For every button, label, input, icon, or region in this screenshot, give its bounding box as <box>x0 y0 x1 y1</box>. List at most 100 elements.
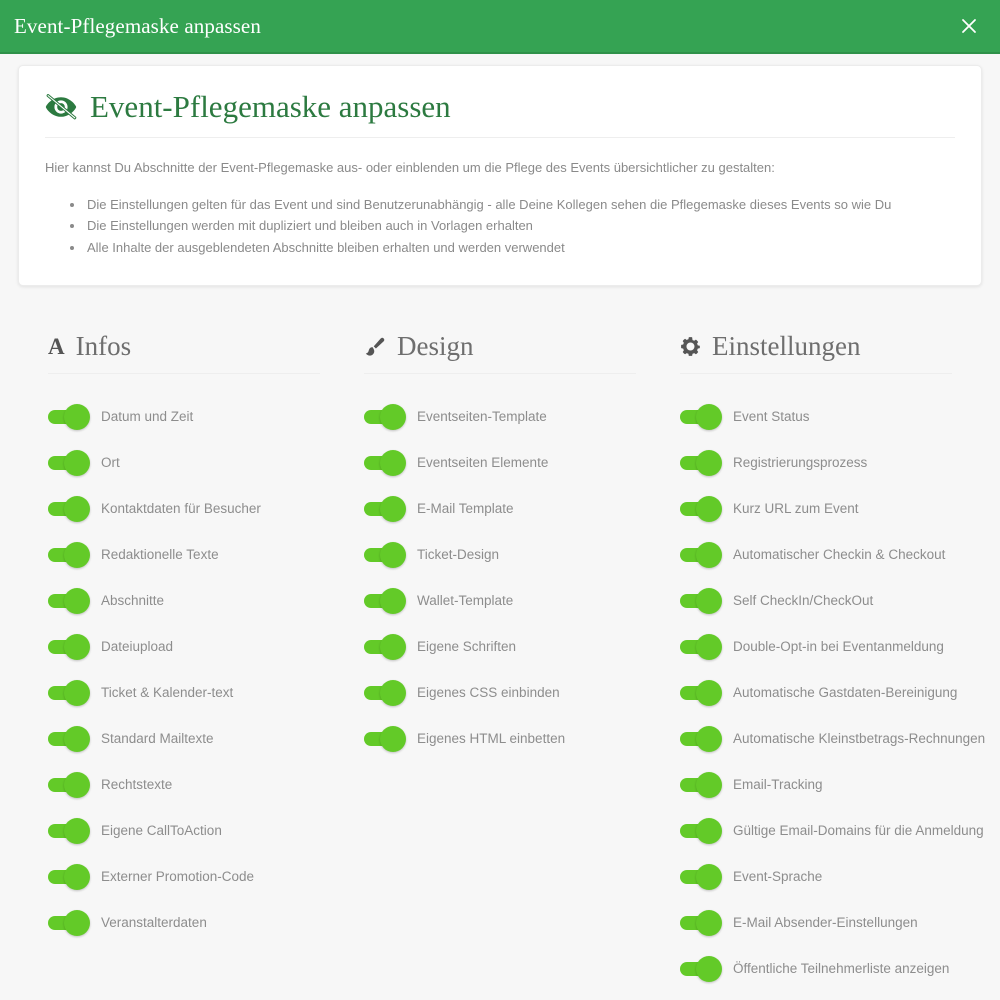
toggle-row[interactable]: Ort <box>48 440 320 486</box>
toggle-row[interactable]: Rechtstexte <box>48 762 320 808</box>
switch-knob <box>380 679 406 706</box>
column-divider <box>680 372 952 374</box>
toggle-row[interactable]: Eventseiten-Template <box>364 394 636 440</box>
switch-knob <box>64 771 90 798</box>
switch-knob <box>64 495 90 522</box>
toggle-switch-double-opt-in[interactable] <box>680 633 722 660</box>
toggle-row[interactable]: Veranstalterdaten <box>48 900 320 946</box>
toggle-row[interactable]: Externer Promotion-Code <box>48 854 320 900</box>
toggle-switch-automatische-kleinstbetrags-rechnungen[interactable] <box>680 725 722 752</box>
column-title: Design <box>397 331 474 362</box>
toggle-row[interactable]: Eigene CallToAction <box>48 808 320 854</box>
toggle-label: Automatische Kleinstbetrags-Rechnungen <box>733 730 986 746</box>
toggle-switch-eigenes-css-einbinden[interactable] <box>364 679 406 706</box>
toggle-row[interactable]: Abschnitte <box>48 578 320 624</box>
toggle-switch-eventseiten-template[interactable] <box>364 403 406 430</box>
toggle-row[interactable]: Eigene Schriften <box>364 624 636 670</box>
toggle-label: Automatische Gastdaten-Bereinigung <box>733 684 958 700</box>
toggle-row[interactable]: Eigenes HTML einbetten <box>364 716 636 762</box>
toggle-row[interactable]: Automatische Kleinstbetrags-Rechnungen <box>680 716 985 762</box>
toggle-switch-automatische-gastdaten-bereinigung[interactable] <box>680 679 722 706</box>
toggle-row[interactable]: Double-Opt-in bei Eventanmeldung <box>680 624 952 670</box>
toggle-switch-redaktionelle-texte[interactable] <box>48 541 90 568</box>
toggle-switch-ticket-kalender-text[interactable] <box>48 679 90 706</box>
close-button[interactable] <box>954 11 984 41</box>
column-einstellungen: Einstellungen Event Status Registrierung… <box>658 331 985 992</box>
toggle-label: Ort <box>101 454 120 470</box>
toggle-switch-kontaktdaten-fuer-besucher[interactable] <box>48 495 90 522</box>
card-heading-text: Event-Pflegemaske anpassen <box>90 89 451 124</box>
toggle-row[interactable]: Event-Sprache <box>680 854 952 900</box>
toggle-label: Öffentliche Teilnehmerliste anzeigen <box>733 960 950 976</box>
toggle-switch-eigene-calltoaction[interactable] <box>48 817 90 844</box>
toggle-switch-email-tracking[interactable] <box>680 771 722 798</box>
toggle-row[interactable]: Wallet-Template <box>364 578 636 624</box>
toggle-row[interactable]: Ticket-Design <box>364 532 636 578</box>
toggle-label: Eventseiten-Template <box>417 408 547 424</box>
toggle-switch-oeffentliche-teilnehmerliste[interactable] <box>680 955 722 982</box>
toggle-row[interactable]: Kontaktdaten für Besucher <box>48 486 320 532</box>
toggle-switch-ort[interactable] <box>48 449 90 476</box>
toggle-switch-registrierungsprozess[interactable] <box>680 449 722 476</box>
toggle-label: Double-Opt-in bei Eventanmeldung <box>733 638 944 654</box>
toggle-row[interactable]: Email-Tracking <box>680 762 952 808</box>
toggle-switch-automatischer-checkin-checkout[interactable] <box>680 541 722 568</box>
toggle-row[interactable]: Self CheckIn/CheckOut <box>680 578 952 624</box>
toggle-row[interactable]: Datum und Zeit <box>48 394 320 440</box>
card-description: Hier kannst Du Abschnitte der Event-Pfle… <box>45 159 775 175</box>
switch-knob <box>380 587 406 614</box>
toggle-switch-email-template[interactable] <box>364 495 406 522</box>
toggle-row[interactable]: E-Mail Template <box>364 486 636 532</box>
toggle-row[interactable]: Automatischer Checkin & Checkout <box>680 532 952 578</box>
switch-knob <box>64 587 90 614</box>
toggle-row[interactable]: Gültige Email-Domains für die Anmeldung <box>680 808 984 854</box>
toggle-row[interactable]: E-Mail Absender-Einstellungen <box>680 900 952 946</box>
toggle-row[interactable]: Kurz URL zum Event <box>680 486 952 532</box>
switch-knob <box>64 725 90 752</box>
toggle-row[interactable]: Event Status <box>680 394 952 440</box>
toggle-row[interactable]: Registrierungsprozess <box>680 440 952 486</box>
toggle-switch-eigenes-html-einbetten[interactable] <box>364 725 406 752</box>
toggle-switch-event-status[interactable] <box>680 403 722 430</box>
switch-knob <box>696 725 722 752</box>
column-design: Design Eventseiten-Template Eventseiten … <box>342 331 658 992</box>
toggle-row[interactable]: Öffentliche Teilnehmerliste anzeigen <box>680 946 952 992</box>
toggle-switch-ticket-design[interactable] <box>364 541 406 568</box>
toggle-switch-self-checkin-checkout[interactable] <box>680 587 722 614</box>
toggle-switch-eventseiten-elemente[interactable] <box>364 449 406 476</box>
toggle-row[interactable]: Standard Mailtexte <box>48 716 320 762</box>
settings-columns: A Infos Datum und Zeit Ort Kontaktdaten … <box>18 331 985 992</box>
switch-knob <box>380 403 406 430</box>
toggle-switch-wallet-template[interactable] <box>364 587 406 614</box>
toggle-switch-gueltige-email-domains[interactable] <box>680 817 722 844</box>
toggle-label: Gültige Email-Domains für die Anmeldung <box>733 822 984 838</box>
toggle-switch-standard-mailtexte[interactable] <box>48 725 90 752</box>
toggle-switch-dateiupload[interactable] <box>48 633 90 660</box>
toggle-switch-eigene-schriften[interactable] <box>364 633 406 660</box>
toggle-switch-kurz-url-zum-event[interactable] <box>680 495 722 522</box>
switch-knob <box>696 863 722 890</box>
toggle-label: Registrierungsprozess <box>733 454 868 470</box>
switch-knob <box>696 449 722 476</box>
toggle-label: Rechtstexte <box>101 776 173 792</box>
toggle-row[interactable]: Dateiupload <box>48 624 320 670</box>
toggle-row[interactable]: Eventseiten Elemente <box>364 440 636 486</box>
toggle-row[interactable]: Redaktionelle Texte <box>48 532 320 578</box>
toggle-label: Event Status <box>733 408 810 424</box>
toggle-label: Kurz URL zum Event <box>733 500 859 516</box>
toggle-switch-externer-promotion-code[interactable] <box>48 863 90 890</box>
toggle-label: Dateiupload <box>101 638 174 654</box>
toggle-row[interactable]: Automatische Gastdaten-Bereinigung <box>680 670 957 716</box>
toggle-switch-abschnitte[interactable] <box>48 587 90 614</box>
toggle-switch-email-absender-einstellungen[interactable] <box>680 909 722 936</box>
toggle-row[interactable]: Ticket & Kalender-text <box>48 670 320 716</box>
column-heading-einstellungen: Einstellungen <box>680 331 952 362</box>
switch-knob <box>696 541 722 568</box>
toggle-switch-rechtstexte[interactable] <box>48 771 90 798</box>
switch-knob <box>64 541 90 568</box>
toggle-switch-event-sprache[interactable] <box>680 863 722 890</box>
card-bullet-list: Die Einstellungen gelten für das Event u… <box>45 194 955 259</box>
toggle-switch-veranstalterdaten[interactable] <box>48 909 90 936</box>
toggle-switch-datum-und-zeit[interactable] <box>48 403 90 430</box>
toggle-row[interactable]: Eigenes CSS einbinden <box>364 670 636 716</box>
